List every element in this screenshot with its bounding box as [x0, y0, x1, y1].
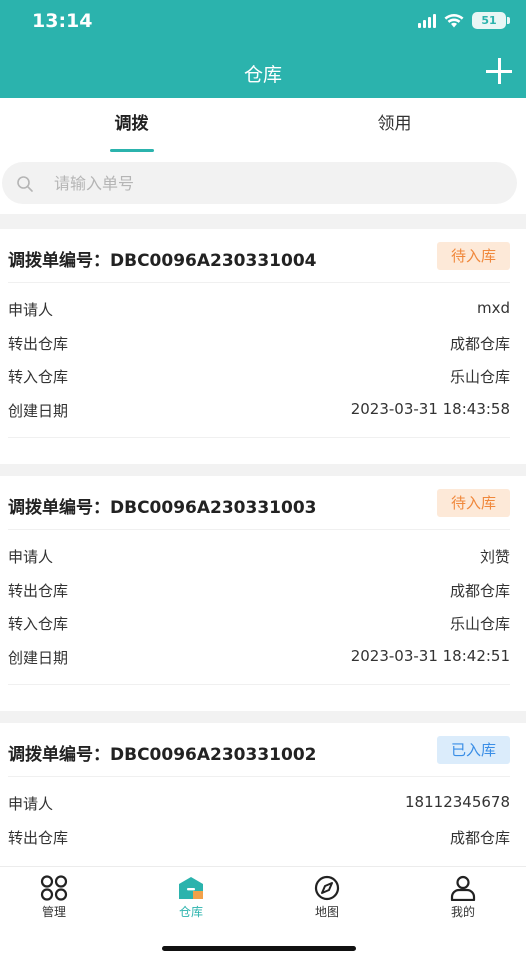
field-target-warehouse: 转入仓库 乐山仓库 — [8, 363, 510, 389]
field-label: 转出仓库 — [8, 582, 69, 600]
field-created-date: 创建日期 2023-03-31 18:42:51 — [8, 644, 510, 670]
order-card[interactable]: 调拨单编号：DBC0096A230331003 待入库 申请人 刘赞 转出仓库 … — [0, 476, 526, 711]
field-label: 转入仓库 — [8, 615, 69, 633]
field-label: 转出仓库 — [8, 335, 69, 353]
status-icons: 51 — [418, 12, 510, 29]
user-icon — [450, 875, 476, 901]
tab-requisition[interactable]: 领用 — [263, 98, 526, 152]
field-value: 2023-03-31 18:43:58 — [350, 400, 510, 418]
add-icon[interactable] — [484, 56, 514, 86]
field-applicant: 申请人 mxd — [8, 296, 510, 322]
tab-label: 调拨 — [114, 114, 149, 134]
field-label: 申请人 — [8, 795, 54, 813]
status-badge: 待入库 — [436, 242, 510, 270]
divider — [8, 684, 510, 685]
card-header: 调拨单编号：DBC0096A230331003 待入库 — [8, 476, 510, 530]
bottom-tab-bar: 管理 仓库 地图 我的 — [0, 866, 526, 954]
grid-icon — [40, 875, 68, 901]
field-applicant: 申请人 刘赞 — [8, 543, 510, 569]
field-value: 成都仓库 — [449, 582, 510, 600]
card-header: 调拨单编号：DBC0096A230331004 待入库 — [8, 229, 510, 283]
order-number: 调拨单编号：DBC0096A230331004 — [8, 251, 317, 271]
field-label: 申请人 — [8, 301, 54, 319]
tab-bar-item-manage[interactable]: 管理 — [14, 875, 94, 920]
field-label: 转出仓库 — [8, 829, 69, 847]
field-value: 18112345678 — [405, 793, 510, 811]
tab-bar-label: 仓库 — [178, 905, 203, 919]
nav-bar: 仓库 — [0, 44, 526, 98]
home-indicator — [162, 946, 356, 951]
field-label: 转入仓库 — [8, 368, 69, 386]
card-header: 调拨单编号：DBC0096A230331002 已入库 — [8, 723, 510, 777]
tab-bar-label: 地图 — [314, 905, 339, 919]
field-source-warehouse: 转出仓库 成都仓库 — [8, 824, 510, 850]
field-value: 乐山仓库 — [449, 615, 510, 633]
status-time: 13:14 — [32, 10, 93, 32]
search-input[interactable] — [54, 162, 494, 204]
field-value: 成都仓库 — [449, 829, 510, 847]
warehouse-icon — [179, 877, 203, 899]
status-badge: 待入库 — [436, 489, 510, 517]
tab-transfer[interactable]: 调拨 — [0, 98, 263, 152]
tab-bar-item-map[interactable]: 地图 — [287, 875, 367, 920]
order-number: 调拨单编号：DBC0096A230331003 — [8, 498, 317, 518]
search-icon — [17, 176, 33, 192]
tab-bar-item-warehouse[interactable]: 仓库 — [151, 875, 231, 920]
field-value: 刘赞 — [479, 548, 510, 566]
tab-label: 领用 — [377, 114, 412, 134]
field-value: 乐山仓库 — [449, 368, 510, 386]
search-box[interactable] — [2, 162, 517, 204]
page-title: 仓库 — [243, 64, 282, 86]
battery-icon: 51 — [472, 12, 510, 29]
field-label: 创建日期 — [8, 402, 69, 420]
field-source-warehouse: 转出仓库 成都仓库 — [8, 330, 510, 356]
order-number: 调拨单编号：DBC0096A230331002 — [8, 745, 317, 765]
field-value: 2023-03-31 18:42:51 — [350, 647, 510, 665]
signal-icon — [418, 13, 436, 28]
divider — [8, 437, 510, 438]
field-source-warehouse: 转出仓库 成都仓库 — [8, 577, 510, 603]
status-bar: 13:14 51 — [0, 0, 526, 44]
compass-icon — [314, 875, 340, 901]
field-label: 申请人 — [8, 548, 54, 566]
field-created-date: 创建日期 2023-03-31 18:43:58 — [8, 397, 510, 423]
order-card[interactable]: 调拨单编号：DBC0096A230331002 已入库 申请人 18112345… — [0, 723, 526, 866]
search-area — [0, 152, 526, 214]
field-applicant: 申请人 18112345678 — [8, 790, 510, 816]
tab-bar-top: 调拨 领用 — [0, 98, 526, 152]
tab-bar-label: 管理 — [41, 905, 66, 919]
field-label: 创建日期 — [8, 649, 69, 667]
wifi-icon — [444, 13, 464, 28]
field-target-warehouse: 转入仓库 乐山仓库 — [8, 610, 510, 636]
tab-bar-label: 我的 — [450, 905, 475, 919]
tab-bar-item-mine[interactable]: 我的 — [423, 875, 503, 920]
order-card[interactable]: 调拨单编号：DBC0096A230331004 待入库 申请人 mxd 转出仓库… — [0, 229, 526, 464]
status-badge: 已入库 — [436, 736, 510, 764]
field-value: mxd — [476, 299, 510, 317]
field-value: 成都仓库 — [449, 335, 510, 353]
